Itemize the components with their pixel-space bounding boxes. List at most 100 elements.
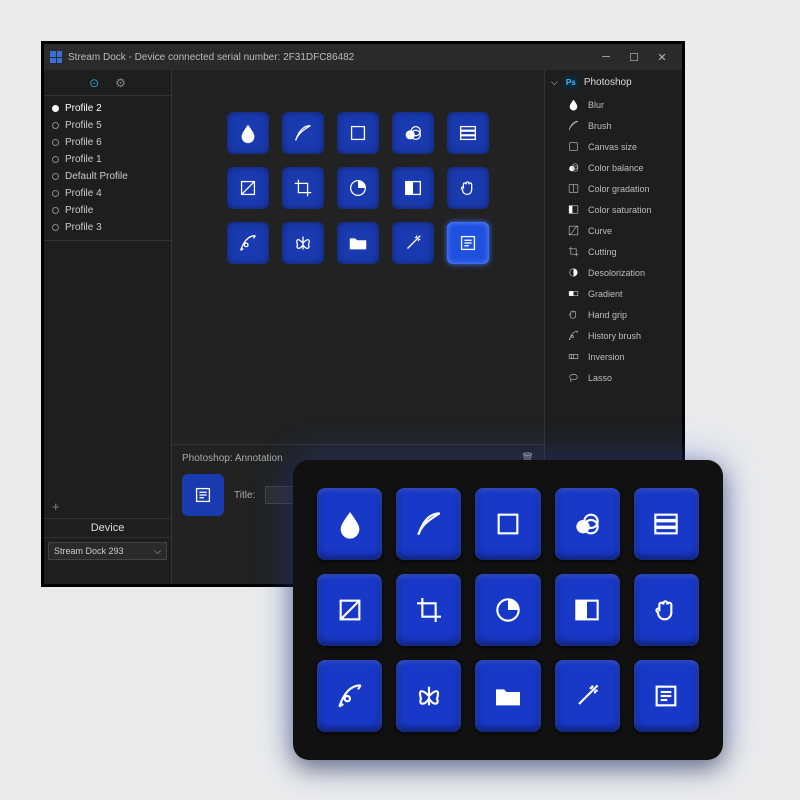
history-icon [567,329,580,342]
key-colorbalance[interactable] [392,112,434,154]
profile-item[interactable]: Profile [44,202,171,219]
action-label: Gradient [588,289,623,299]
profile-item[interactable]: Profile 1 [44,151,171,168]
hw-key-pie [475,574,540,646]
action-item[interactable]: Curve [545,220,682,241]
action-label: Hand grip [588,310,627,320]
action-label: Canvas size [588,142,637,152]
photoshop-icon: Ps [564,75,578,89]
key-grid [172,70,544,292]
window-title: Stream Dock - Device connected serial nu… [68,52,354,63]
saturation-icon [567,203,580,216]
action-label: Cutting [588,247,617,257]
profile-label: Profile 1 [65,154,102,165]
key-blur[interactable] [227,112,269,154]
action-label: Brush [588,121,612,131]
crop-icon [567,245,580,258]
action-label: Lasso [588,373,612,383]
action-item[interactable]: History brush [545,325,682,346]
action-item[interactable]: Color balance [545,157,682,178]
key-filter[interactable] [447,112,489,154]
settings-tab-icon[interactable]: ⚙ [115,76,126,90]
action-item[interactable]: Cutting [545,241,682,262]
action-item[interactable]: Blur [545,94,682,115]
hw-key-hand [634,574,699,646]
key-annotation[interactable] [447,222,489,264]
key-folder[interactable] [337,222,379,264]
action-label: Curve [588,226,612,236]
colorbalance-icon [567,161,580,174]
hw-key-history [317,660,382,732]
action-label: Color gradation [588,184,650,194]
editor-breadcrumb: Photoshop: Annotation [182,453,283,464]
profile-label: Profile 4 [65,188,102,199]
action-item[interactable]: Brush [545,115,682,136]
radio-icon [52,105,59,112]
key-wand[interactable] [392,222,434,264]
action-label: Inversion [588,352,625,362]
canvas-icon [567,140,580,153]
profile-item[interactable]: Profile 5 [44,117,171,134]
profile-item[interactable]: Profile 3 [44,219,171,236]
maximize-button[interactable]: ☐ [620,44,648,70]
hw-key-wand [555,660,620,732]
titlebar[interactable]: Stream Dock - Device connected serial nu… [44,44,682,70]
profile-label: Profile 2 [65,103,102,114]
action-item[interactable]: Color saturation [545,199,682,220]
device-select[interactable]: Stream Dock 293 ⌵ [48,542,167,560]
profile-label: Default Profile [65,171,128,182]
app-icon [50,51,62,63]
home-tab-icon[interactable]: ⊙ [89,76,99,90]
key-history[interactable] [227,222,269,264]
hand-icon [567,308,580,321]
action-label: Color balance [588,163,644,173]
action-item[interactable]: Canvas size [545,136,682,157]
key-preview[interactable] [182,474,224,516]
minimize-button[interactable]: ─ [592,44,620,70]
action-item[interactable]: Lasso [545,367,682,388]
hw-key-blur [317,488,382,560]
radio-icon [52,190,59,197]
key-crop[interactable] [282,167,324,209]
category-header[interactable]: ⌵ Ps Photoshop [545,70,682,94]
key-pie[interactable] [337,167,379,209]
action-item[interactable]: Inversion [545,346,682,367]
profile-item[interactable]: Profile 4 [44,185,171,202]
key-crop-diag[interactable] [227,167,269,209]
close-button[interactable]: ✕ [648,44,676,70]
hw-key-canvas [475,488,540,560]
action-label: Desolorization [588,268,645,278]
key-split[interactable] [392,167,434,209]
action-item[interactable]: Gradient [545,283,682,304]
profile-item[interactable]: Default Profile [44,168,171,185]
hw-key-filter [634,488,699,560]
profile-label: Profile [65,205,93,216]
action-item[interactable]: Desolorization [545,262,682,283]
chevron-down-icon: ⌵ [154,546,161,557]
category-label: Photoshop [584,77,632,88]
device-header: Device [44,519,171,538]
action-item[interactable]: Hand grip [545,304,682,325]
radio-icon [52,207,59,214]
hw-key-crop [396,574,461,646]
key-canvas[interactable] [337,112,379,154]
key-hand[interactable] [447,167,489,209]
action-item[interactable]: Color gradation [545,178,682,199]
device-cable [537,420,539,462]
profile-item[interactable]: Profile 6 [44,134,171,151]
add-profile-button[interactable]: + [44,499,171,519]
action-label: Color saturation [588,205,652,215]
action-label: History brush [588,331,641,341]
hw-key-split [555,574,620,646]
gradation-icon [567,182,580,195]
device-select-value: Stream Dock 293 [54,546,124,556]
hw-key-crop-diag [317,574,382,646]
brush-icon [567,119,580,132]
radio-icon [52,139,59,146]
radio-icon [52,224,59,231]
profile-item[interactable]: Profile 2 [44,100,171,117]
key-brush[interactable] [282,112,324,154]
lasso-icon [567,371,580,384]
title-label: Title: [234,490,255,501]
key-butterfly[interactable] [282,222,324,264]
